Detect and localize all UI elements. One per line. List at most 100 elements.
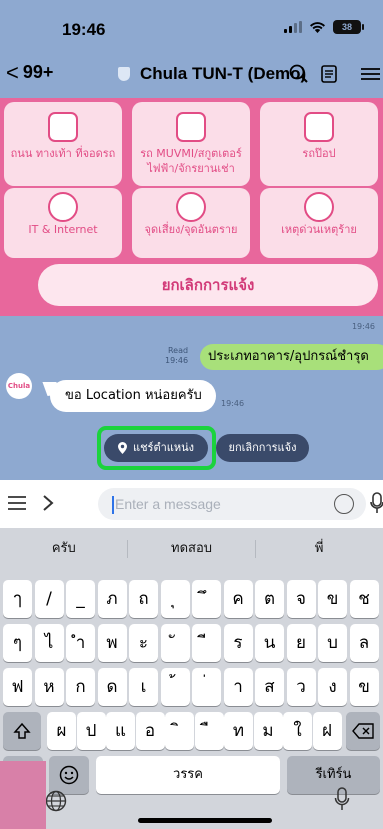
- backspace-icon: [352, 723, 374, 739]
- suggestion-2[interactable]: ทดสอบ: [128, 528, 256, 570]
- row2-key-8[interactable]: ร: [223, 624, 253, 662]
- row3-key-3[interactable]: ก: [66, 668, 95, 706]
- message-input[interactable]: Enter a message: [98, 488, 366, 520]
- row1-key-8[interactable]: ค: [223, 580, 253, 618]
- chat-title[interactable]: Chula TUN-T (Demo): [140, 64, 306, 84]
- row3-key-1[interactable]: ฟ: [3, 668, 32, 706]
- row3-key-7[interactable]: ่: [192, 668, 221, 706]
- menu-item-muvmi[interactable]: รถ MUVMI/สกูตเตอร์ไฟฟ้า/จักรยานเช่า: [132, 102, 250, 186]
- row3-key-11[interactable]: ง: [318, 668, 347, 706]
- row4-key-2[interactable]: ป: [76, 712, 106, 750]
- row2-key-2[interactable]: ไ: [34, 624, 64, 662]
- row3-key-10[interactable]: ว: [286, 668, 316, 706]
- delete-key[interactable]: [346, 712, 380, 750]
- emoji-icon[interactable]: [334, 494, 354, 514]
- row2-key-5[interactable]: ะ: [129, 624, 158, 662]
- menu-item-road-parking[interactable]: ถนน ทางเท้า ที่จอดรถ: [4, 102, 122, 186]
- row4-key-8[interactable]: ม: [253, 712, 283, 750]
- row1-key-7[interactable]: ึ: [192, 580, 221, 618]
- menu-item-label: รถป๊อป: [302, 147, 336, 160]
- verified-shield-icon: [118, 67, 130, 81]
- received-message-text: ขอ Location หน่อยครับ: [65, 388, 202, 403]
- row4-key-5[interactable]: ิ: [165, 712, 194, 750]
- row1-key-5[interactable]: ถ: [129, 580, 158, 618]
- warning-bulb-icon: [176, 192, 206, 222]
- menu-item-pop-bus[interactable]: รถป๊อป: [260, 102, 378, 186]
- cancel-quick-reply-label: ยกเลิกการแจ้ง: [228, 441, 297, 454]
- status-icons: 38: [284, 20, 364, 34]
- row1-key-2[interactable]: /: [34, 580, 64, 618]
- hamburger-menu-icon[interactable]: [358, 63, 380, 85]
- unread-count: 99+: [22, 62, 54, 82]
- row3-key-2[interactable]: ห: [34, 668, 64, 706]
- key-row-2: ๆไำพะัีรนยบล: [0, 624, 383, 662]
- menu-item-label: IT & Internet: [28, 223, 98, 236]
- row4-key-10[interactable]: ฝ: [312, 712, 342, 750]
- sent-message-bubble[interactable]: ประเภทอาคาร/อุปกรณ์ชำรุด: [200, 344, 383, 370]
- row1-key-10[interactable]: จ: [286, 580, 316, 618]
- back-button[interactable]: <99+: [6, 59, 54, 85]
- space-key[interactable]: วรรค: [96, 756, 280, 794]
- row1-key-3[interactable]: _: [66, 580, 95, 618]
- home-indicator[interactable]: [138, 818, 272, 823]
- chevron-right-icon[interactable]: [42, 495, 54, 511]
- electric-vehicle-icon: [176, 112, 206, 142]
- thai-keyboard: ครับ ทดสอบ พี่ ๅ/_ภถุึคตจขช ๆไำพะัีรนยบล…: [0, 528, 383, 829]
- row4-key-7[interactable]: ท: [224, 712, 253, 750]
- dictation-mic-icon[interactable]: [334, 787, 350, 811]
- received-message-bubble[interactable]: ขอ Location หน่อยครับ: [50, 380, 216, 412]
- battery-icon: 38: [333, 20, 364, 34]
- no-wifi-icon: [48, 192, 78, 222]
- row2-key-3[interactable]: ำ: [66, 624, 95, 662]
- suggestion-divider: [127, 540, 128, 558]
- suggestion-3[interactable]: พี่: [255, 528, 383, 570]
- row1-key-12[interactable]: ช: [349, 580, 379, 618]
- suggestion-divider: [255, 540, 256, 558]
- notes-icon[interactable]: [318, 63, 340, 85]
- row2-key-1[interactable]: ๆ: [3, 624, 32, 662]
- row2-key-7[interactable]: ี: [192, 624, 221, 662]
- row4-key-3[interactable]: แ: [106, 712, 135, 750]
- row3-key-8[interactable]: า: [223, 668, 253, 706]
- cancel-report-button[interactable]: ยกเลิกการแจ้ง: [38, 264, 378, 306]
- row2-key-6[interactable]: ั: [160, 624, 190, 662]
- chevron-left-icon: <: [6, 59, 19, 85]
- microphone-icon[interactable]: [370, 492, 383, 514]
- menu-item-emergency[interactable]: เหตุด่วนเหตุร้าย: [260, 188, 378, 258]
- row4-key-4[interactable]: อ: [135, 712, 165, 750]
- row4-key-9[interactable]: ใ: [283, 712, 312, 750]
- row1-key-4[interactable]: ภ: [97, 580, 127, 618]
- menu-item-it-internet[interactable]: IT & Internet: [4, 188, 122, 258]
- read-time: 19:46: [165, 356, 189, 365]
- read-receipt: Read 19:46: [165, 346, 188, 366]
- row1-key-1[interactable]: ๅ: [3, 580, 32, 618]
- row1-key-9[interactable]: ต: [255, 580, 284, 618]
- search-icon[interactable]: [288, 63, 310, 85]
- row4-key-6[interactable]: ื: [194, 712, 224, 750]
- row1-key-11[interactable]: ข: [318, 580, 347, 618]
- row3-key-6[interactable]: ้: [160, 668, 190, 706]
- row2-key-4[interactable]: พ: [97, 624, 127, 662]
- menu-item-hazard[interactable]: จุดเสี่ยง/จุดอันตราย: [132, 188, 250, 258]
- suggestion-1[interactable]: ครับ: [0, 528, 128, 570]
- row3-key-9[interactable]: ส: [255, 668, 284, 706]
- row2-key-10[interactable]: ย: [286, 624, 316, 662]
- share-location-button[interactable]: แชร์ตำแหน่ง: [104, 434, 208, 462]
- row2-key-12[interactable]: ล: [349, 624, 379, 662]
- row3-key-5[interactable]: เ: [129, 668, 158, 706]
- row2-key-11[interactable]: บ: [318, 624, 347, 662]
- shift-key[interactable]: [3, 712, 41, 750]
- hamburger-icon[interactable]: [8, 495, 26, 511]
- key-row-4: ผปแอิืทมใฝ: [0, 712, 383, 750]
- row4-key-1[interactable]: ผ: [47, 712, 76, 750]
- row2-key-9[interactable]: น: [255, 624, 284, 662]
- globe-icon[interactable]: [44, 789, 68, 813]
- share-location-label: แชร์ตำแหน่ง: [132, 441, 194, 454]
- row3-key-4[interactable]: ด: [97, 668, 127, 706]
- row1-key-6[interactable]: ุ: [160, 580, 190, 618]
- chat-header: <99+ Chula TUN-T (Demo): [0, 50, 383, 98]
- row3-key-12[interactable]: ข: [349, 668, 379, 706]
- bot-avatar[interactable]: Chula: [6, 373, 32, 399]
- cancel-quick-reply-button[interactable]: ยกเลิกการแจ้ง: [216, 434, 309, 462]
- menu-item-label: รถ MUVMI/สกูตเตอร์ไฟฟ้า/จักรยานเช่า: [140, 147, 242, 175]
